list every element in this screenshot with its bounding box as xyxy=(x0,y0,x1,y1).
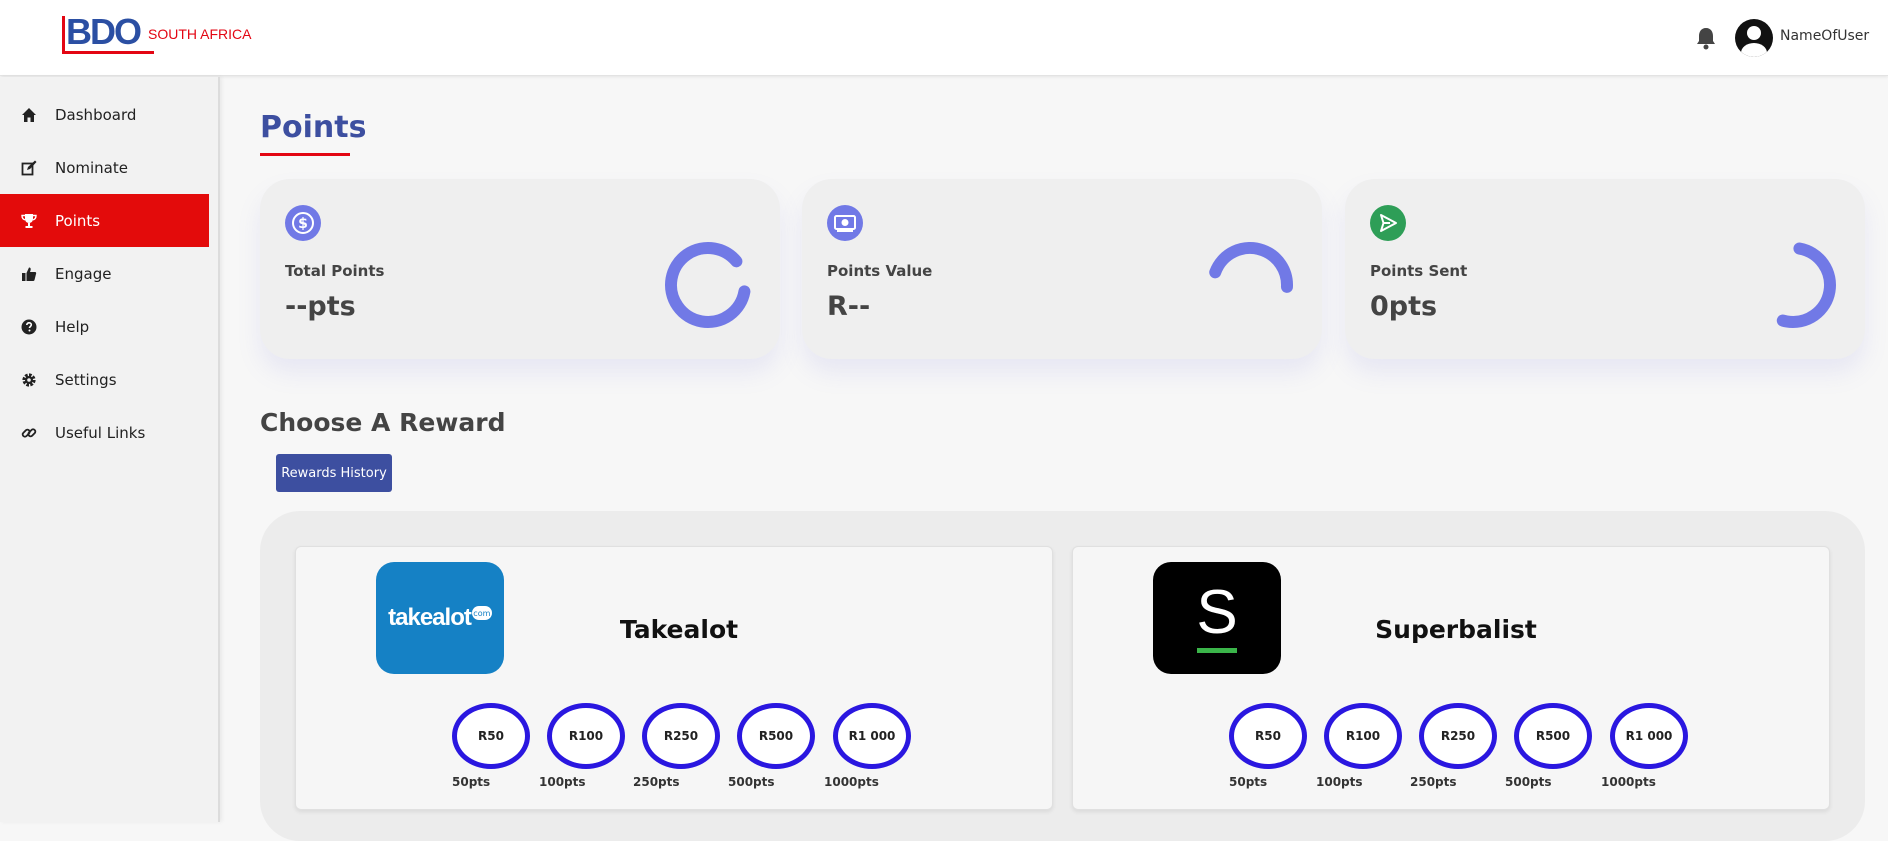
gear-icon xyxy=(20,371,38,389)
page-title: Points xyxy=(260,110,367,145)
thumbs-up-icon xyxy=(20,265,38,283)
username[interactable]: NameOfUser xyxy=(1780,28,1869,44)
sidebar-item-points[interactable]: Points xyxy=(0,194,209,247)
takealot-logo[interactable]: takealot com xyxy=(376,562,504,674)
stat-value: --pts xyxy=(285,291,356,322)
sidebar-item-label: Useful Links xyxy=(55,423,146,442)
top-bar: BDO SOUTH AFRICA NameOfUser xyxy=(0,0,1888,76)
sidebar-item-useful-links[interactable]: Useful Links xyxy=(0,406,209,459)
stat-card-total-points: $ Total Points --pts xyxy=(260,179,780,359)
sidebar-item-help[interactable]: Help xyxy=(0,300,209,353)
sidebar-item-label: Dashboard xyxy=(55,105,137,124)
denomination-button[interactable]: R100 xyxy=(1324,703,1402,769)
superbalist-logo-bar xyxy=(1197,648,1237,653)
denomination-button[interactable]: R50 xyxy=(1229,703,1307,769)
denomination-button[interactable]: R100 xyxy=(547,703,625,769)
sidebar-item-label: Settings xyxy=(55,370,117,389)
denomination-button[interactable]: R250 xyxy=(642,703,720,769)
superbalist-logo-text: S xyxy=(1196,578,1238,647)
sidebar: Dashboard Nominate Points Engage Help Se… xyxy=(0,77,220,822)
send-icon xyxy=(1370,205,1406,241)
stat-value: R-- xyxy=(827,291,871,322)
brand-name: Takealot xyxy=(619,615,739,644)
denomination-points: 500pts xyxy=(728,775,775,789)
brand-name: Superbalist xyxy=(1375,615,1537,644)
sidebar-item-label: Engage xyxy=(55,264,112,283)
cash-icon xyxy=(827,205,863,241)
sidebar-item-label: Nominate xyxy=(55,158,128,177)
denomination-points: 1000pts xyxy=(1601,775,1656,789)
denomination-points: 100pts xyxy=(539,775,586,789)
sidebar-item-nominate[interactable]: Nominate xyxy=(0,141,209,194)
denomination-points: 250pts xyxy=(633,775,680,789)
sidebar-item-label: Points xyxy=(55,211,101,230)
stat-value: 0pts xyxy=(1370,291,1438,322)
logo-subtitle: SOUTH AFRICA xyxy=(148,26,252,42)
home-icon xyxy=(20,106,38,124)
stat-card-points-value: Points Value R-- xyxy=(802,179,1322,359)
logo-mark: BDO xyxy=(62,14,154,54)
denomination-points: 250pts xyxy=(1410,775,1457,789)
title-underline xyxy=(260,153,350,156)
reward-card-takealot: takealot com Takealot R50 50pts R100 100… xyxy=(295,546,1053,810)
superbalist-logo[interactable]: S xyxy=(1153,562,1281,674)
trophy-icon xyxy=(20,212,38,230)
denomination-button[interactable]: R1 000 xyxy=(1610,703,1688,769)
section-title-choose-reward: Choose A Reward xyxy=(260,408,506,437)
stat-label: Points Value xyxy=(827,262,933,280)
bell-icon[interactable] xyxy=(1695,26,1717,50)
link-icon xyxy=(20,424,38,442)
stat-label: Points Sent xyxy=(1370,262,1468,280)
svg-text:$: $ xyxy=(298,216,308,232)
denomination-points: 50pts xyxy=(452,775,491,789)
sidebar-item-engage[interactable]: Engage xyxy=(0,247,209,300)
loading-ring xyxy=(1207,242,1293,328)
avatar[interactable] xyxy=(1735,19,1773,57)
dollar-coin-icon: $ xyxy=(285,205,321,241)
sidebar-item-label: Help xyxy=(55,317,90,336)
loading-ring xyxy=(1750,242,1836,328)
denomination-button[interactable]: R250 xyxy=(1419,703,1497,769)
denomination-button[interactable]: R500 xyxy=(737,703,815,769)
help-circle-icon xyxy=(20,318,38,336)
loading-ring xyxy=(665,242,751,328)
denomination-button[interactable]: R500 xyxy=(1514,703,1592,769)
takealot-logo-badge: com xyxy=(471,606,492,620)
sidebar-item-settings[interactable]: Settings xyxy=(0,353,209,406)
denomination-points: 50pts xyxy=(1229,775,1268,789)
bdo-logo[interactable]: BDO SOUTH AFRICA xyxy=(62,14,251,56)
reward-card-superbalist: S Superbalist R50 50pts R100 100pts R250… xyxy=(1072,546,1830,810)
stat-label: Total Points xyxy=(285,262,385,280)
stat-card-points-sent: Points Sent 0pts xyxy=(1345,179,1865,359)
sidebar-item-dashboard[interactable]: Dashboard xyxy=(0,88,209,141)
takealot-logo-text: takealot xyxy=(388,604,472,631)
denomination-points: 500pts xyxy=(1505,775,1552,789)
rewards-history-button[interactable]: Rewards History xyxy=(276,454,392,492)
denomination-button[interactable]: R50 xyxy=(452,703,530,769)
edit-icon xyxy=(20,159,38,177)
denomination-points: 1000pts xyxy=(824,775,879,789)
denomination-points: 100pts xyxy=(1316,775,1363,789)
denomination-button[interactable]: R1 000 xyxy=(833,703,911,769)
